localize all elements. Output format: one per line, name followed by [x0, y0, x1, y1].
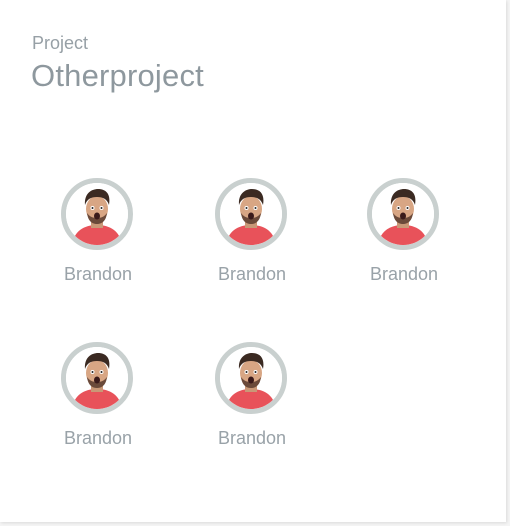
avatar [61, 178, 133, 250]
member-card[interactable]: Brandon [187, 342, 317, 452]
member-name: Brandon [217, 264, 287, 284]
avatar [215, 178, 287, 250]
member-name: Brandon [63, 428, 133, 448]
member-name: Brandon [369, 264, 439, 284]
avatar [61, 342, 133, 414]
member-card[interactable]: Brandon [187, 178, 317, 288]
member-name: Brandon [63, 264, 133, 284]
member-grid: Brandon Brandon Brandon Brandon Brandon [0, 0, 506, 522]
user-avatar-icon [220, 347, 282, 409]
user-avatar-icon [66, 347, 128, 409]
avatar [215, 342, 287, 414]
member-card[interactable]: Brandon [339, 178, 469, 288]
member-name: Brandon [217, 428, 287, 448]
user-avatar-icon [372, 183, 434, 245]
project-card: Project Otherproject Brandon Brandon Bra… [0, 0, 506, 522]
avatar [367, 178, 439, 250]
user-avatar-icon [220, 183, 282, 245]
user-avatar-icon [66, 183, 128, 245]
member-card[interactable]: Brandon [33, 342, 163, 452]
member-card[interactable]: Brandon [33, 178, 163, 288]
